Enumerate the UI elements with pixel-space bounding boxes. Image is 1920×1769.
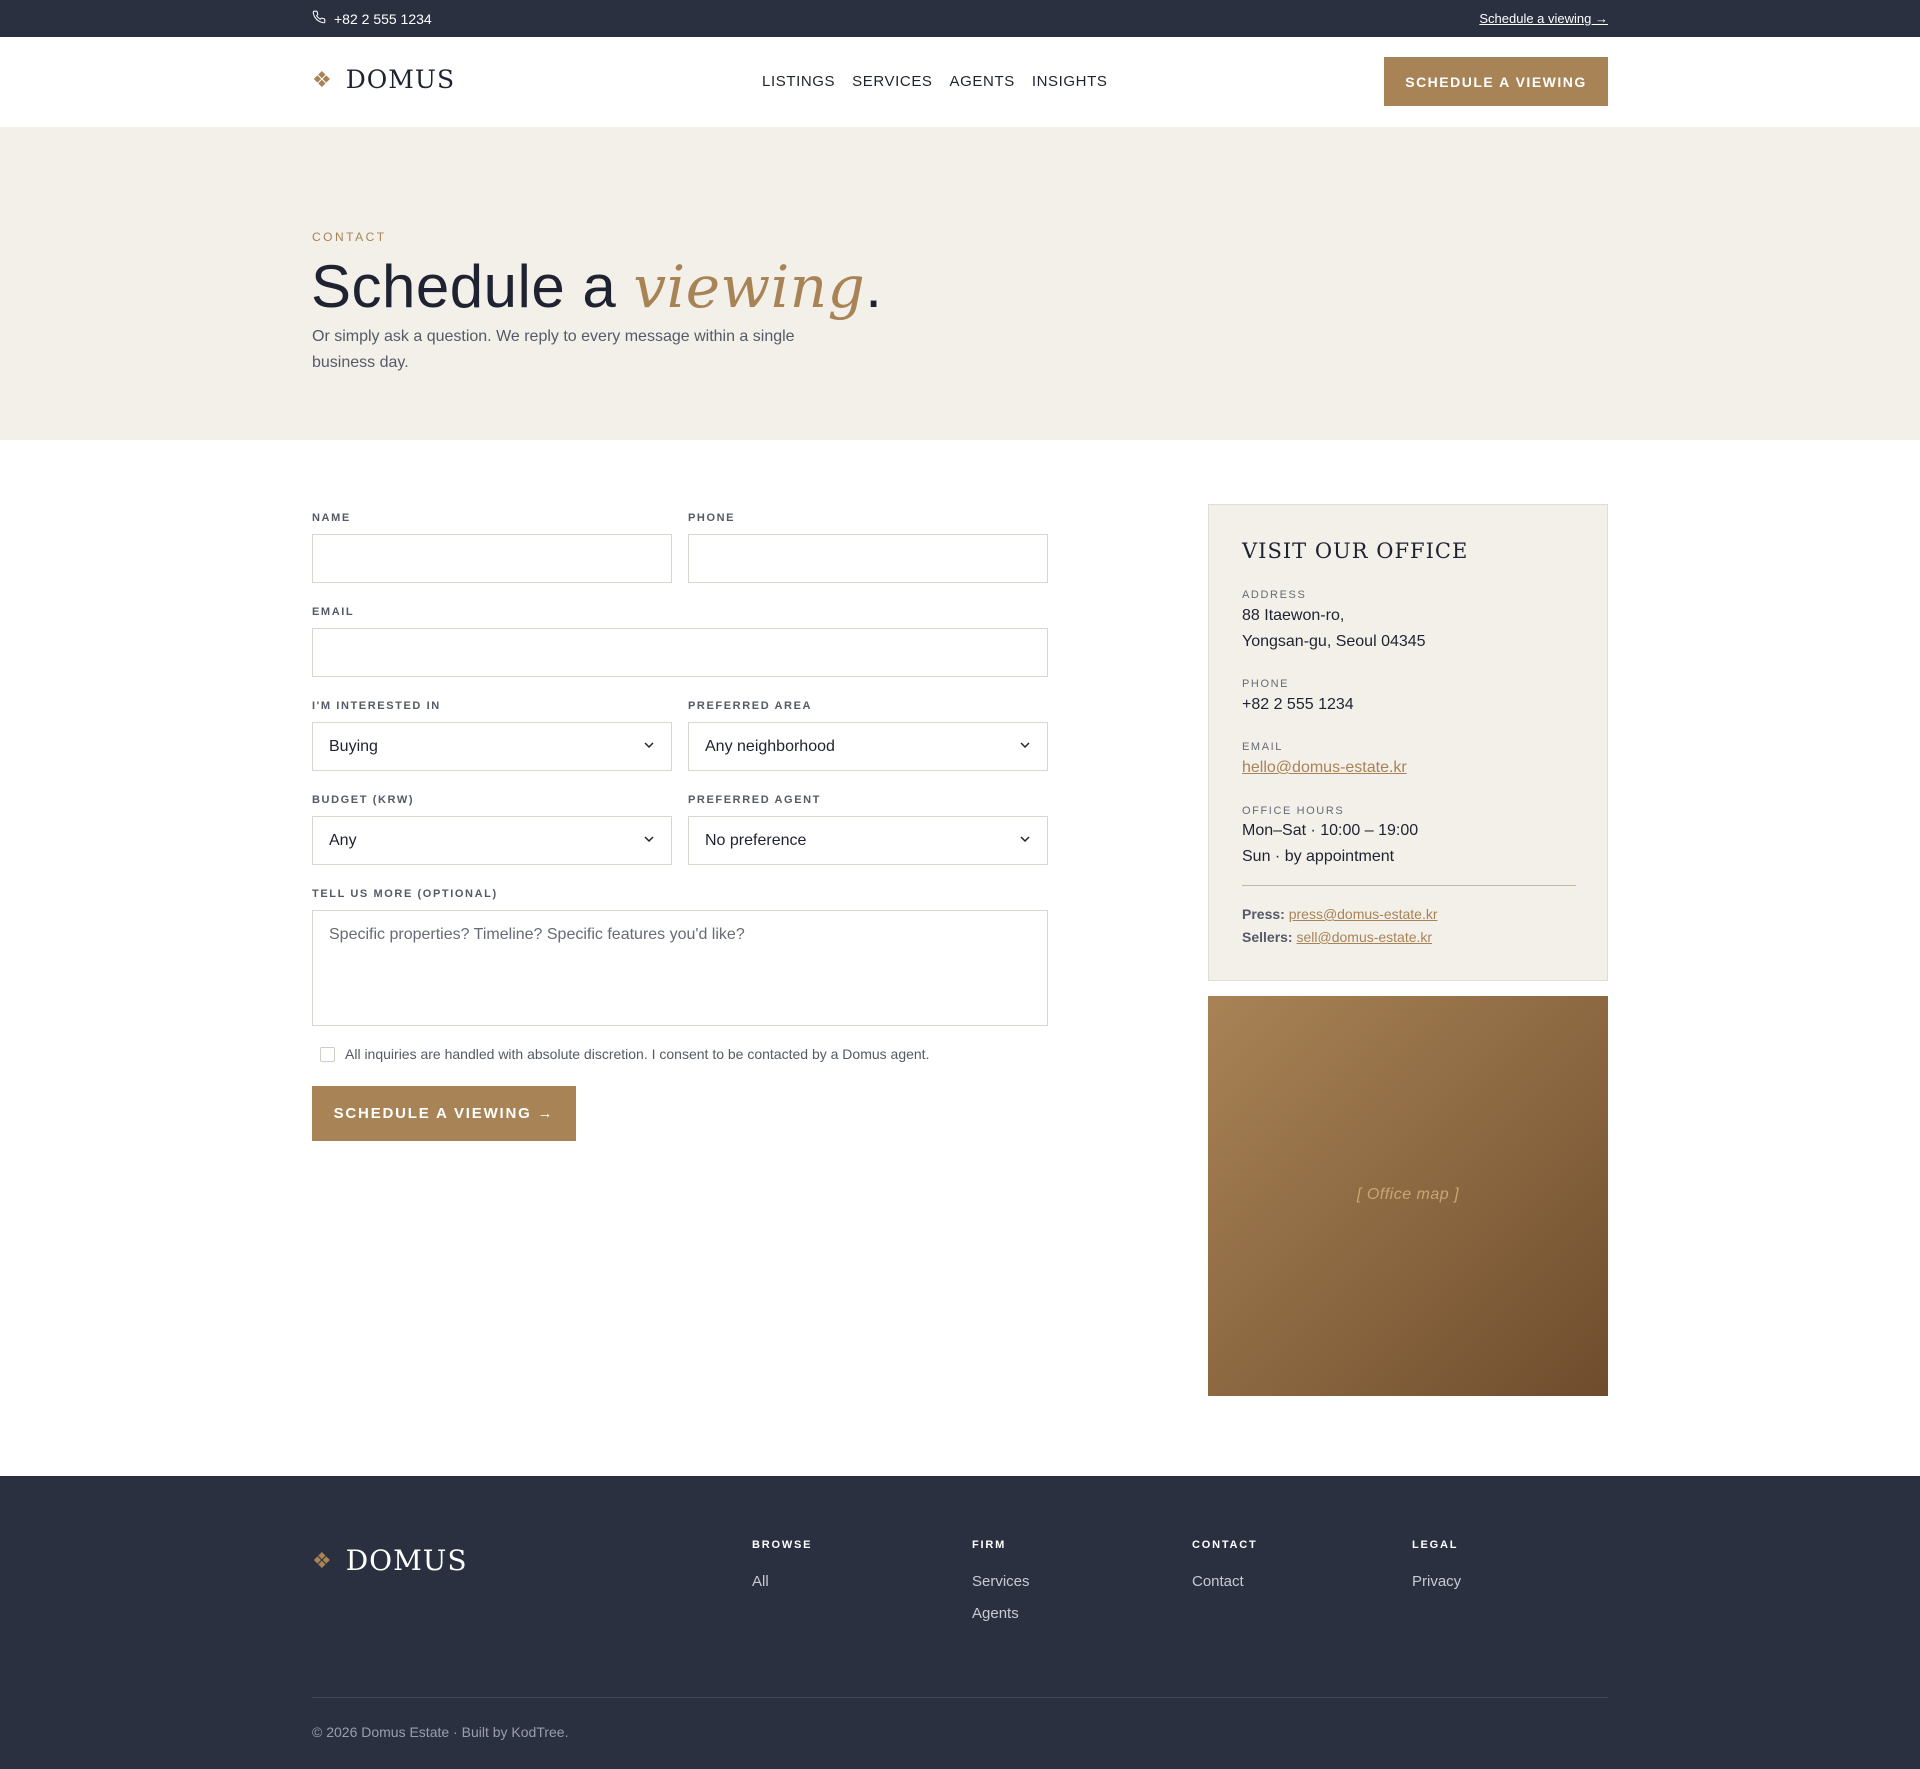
footer-col-firm: FIRM Services Agents (972, 1539, 1030, 1637)
consent-row: All inquiries are handled with absolute … (320, 1046, 929, 1062)
chevron-down-icon (1019, 738, 1031, 756)
nav-insights[interactable]: INSIGHTS (1032, 73, 1108, 90)
footer-heading: BROWSE (752, 1539, 813, 1551)
press-label: Press: (1242, 906, 1285, 922)
office-email-label: EMAIL (1242, 741, 1284, 753)
name-field[interactable] (312, 534, 672, 583)
hours-line-2: Sun · by appointment (1242, 848, 1395, 865)
interest-label: I'M INTERESTED IN (312, 700, 441, 712)
sellers-label: Sellers: (1242, 929, 1293, 945)
copyright: © 2026 Domus Estate · Built by KodTree. (312, 1724, 569, 1740)
footer-heading: CONTACT (1192, 1539, 1258, 1551)
area-value: Any neighborhood (705, 737, 835, 755)
footer-logo-wordmark: DOMUS (345, 1544, 468, 1577)
site-footer: ❖ DOMUS BROWSE All FIRM Services Agents … (0, 1476, 1920, 1769)
address-label: ADDRESS (1242, 589, 1307, 601)
office-title: VISIT OUR OFFICE (1242, 539, 1469, 563)
message-label: TELL US MORE (OPTIONAL) (312, 888, 498, 900)
office-map[interactable]: [ Office map ] (1208, 996, 1608, 1396)
area-select[interactable]: Any neighborhood (688, 722, 1048, 771)
footer-link-contact[interactable]: Contact (1192, 1573, 1258, 1590)
page-title: Schedule a viewing. (311, 252, 882, 321)
consent-text: All inquiries are handled with absolute … (345, 1046, 930, 1062)
hero-subtitle: Or simply ask a question. We reply to ev… (312, 328, 795, 371)
agent-select[interactable]: No preference (688, 816, 1048, 865)
name-label: NAME (312, 512, 351, 524)
address-line-1: 88 Itaewon-ro, (1242, 607, 1345, 624)
consent-checkbox[interactable] (320, 1046, 335, 1062)
footer-link-agents[interactable]: Agents (972, 1605, 1030, 1622)
office-phone-label: PHONE (1242, 678, 1290, 690)
phone-label: PHONE (688, 512, 736, 524)
hero-eyebrow: CONTACT (312, 230, 387, 244)
footer-col-browse: BROWSE All (752, 1539, 812, 1605)
map-placeholder-label: [ Office map ] (1356, 1186, 1460, 1203)
sellers-line: Sellers: sell@domus-estate.kr (1242, 929, 1432, 945)
diamond-logo-icon: ❖ (312, 66, 332, 92)
chevron-down-icon (1019, 832, 1031, 850)
chevron-down-icon (643, 832, 655, 850)
top-schedule-link[interactable]: Schedule a viewing → (1479, 11, 1608, 26)
header-schedule-button[interactable]: SCHEDULE A VIEWING (1384, 57, 1608, 106)
phone-icon (312, 10, 326, 27)
top-phone-text: +82 2 555 1234 (334, 10, 432, 27)
top-bar: +82 2 555 1234 Schedule a viewing → (0, 0, 1920, 37)
budget-label: BUDGET (KRW) (312, 794, 415, 806)
hero: CONTACT Schedule a viewing. Or simply as… (0, 127, 1920, 440)
site-header: ❖ DOMUS LISTINGS SERVICES AGENTS INSIGHT… (0, 37, 1920, 127)
email-field[interactable] (312, 628, 1048, 677)
phone-field[interactable] (688, 534, 1048, 583)
area-label: PREFERRED AREA (688, 700, 813, 712)
office-phone[interactable]: +82 2 555 1234 (1242, 692, 1354, 718)
hours-label: OFFICE HOURS (1242, 805, 1345, 817)
footer-divider (312, 1697, 1608, 1698)
agent-value: No preference (705, 831, 807, 849)
footer-link-all[interactable]: All (752, 1573, 812, 1590)
logo-wordmark: DOMUS (345, 65, 456, 94)
email-label: EMAIL (312, 606, 355, 618)
chevron-down-icon (643, 738, 655, 756)
footer-heading: FIRM (972, 1539, 1007, 1551)
title-end: . (865, 253, 883, 320)
sellers-email-link[interactable]: sell@domus-estate.kr (1296, 929, 1432, 945)
office-divider (1242, 885, 1576, 886)
interest-select[interactable]: Buying (312, 722, 672, 771)
title-start: Schedule a (311, 253, 634, 320)
title-emphasis: viewing (633, 253, 866, 321)
nav-agents[interactable]: AGENTS (950, 73, 1015, 90)
submit-button[interactable]: SCHEDULE A VIEWING → (312, 1086, 576, 1141)
logo[interactable]: ❖ DOMUS (312, 65, 455, 94)
footer-link-privacy[interactable]: Privacy (1412, 1573, 1461, 1590)
office-email-link[interactable]: hello@domus-estate.kr (1242, 759, 1407, 776)
agent-label: PREFERRED AGENT (688, 794, 821, 806)
footer-logo[interactable]: ❖ DOMUS (312, 1544, 468, 1577)
nav-listings[interactable]: LISTINGS (762, 73, 835, 90)
footer-heading: LEGAL (1412, 1539, 1459, 1551)
footer-col-contact: CONTACT Contact (1192, 1539, 1258, 1605)
top-phone[interactable]: +82 2 555 1234 (312, 10, 432, 27)
footer-col-legal: LEGAL Privacy (1412, 1539, 1461, 1605)
office-card: VISIT OUR OFFICE ADDRESS 88 Itaewon-ro, … (1208, 504, 1608, 981)
nav-services[interactable]: SERVICES (852, 73, 932, 90)
address-line-2: Yongsan-gu, Seoul 04345 (1242, 633, 1426, 650)
budget-select[interactable]: Any (312, 816, 672, 865)
diamond-logo-icon: ❖ (312, 1547, 332, 1573)
footer-link-services[interactable]: Services (972, 1573, 1030, 1590)
budget-value: Any (329, 831, 357, 849)
press-email-link[interactable]: press@domus-estate.kr (1289, 906, 1438, 922)
interest-value: Buying (329, 737, 378, 755)
hours-line-1: Mon–Sat · 10:00 – 19:00 (1242, 822, 1419, 839)
message-textarea[interactable]: Specific properties? Timeline? Specific … (312, 910, 1048, 1026)
main-nav: LISTINGS SERVICES AGENTS INSIGHTS (762, 73, 1107, 90)
press-line: Press: press@domus-estate.kr (1242, 906, 1438, 922)
